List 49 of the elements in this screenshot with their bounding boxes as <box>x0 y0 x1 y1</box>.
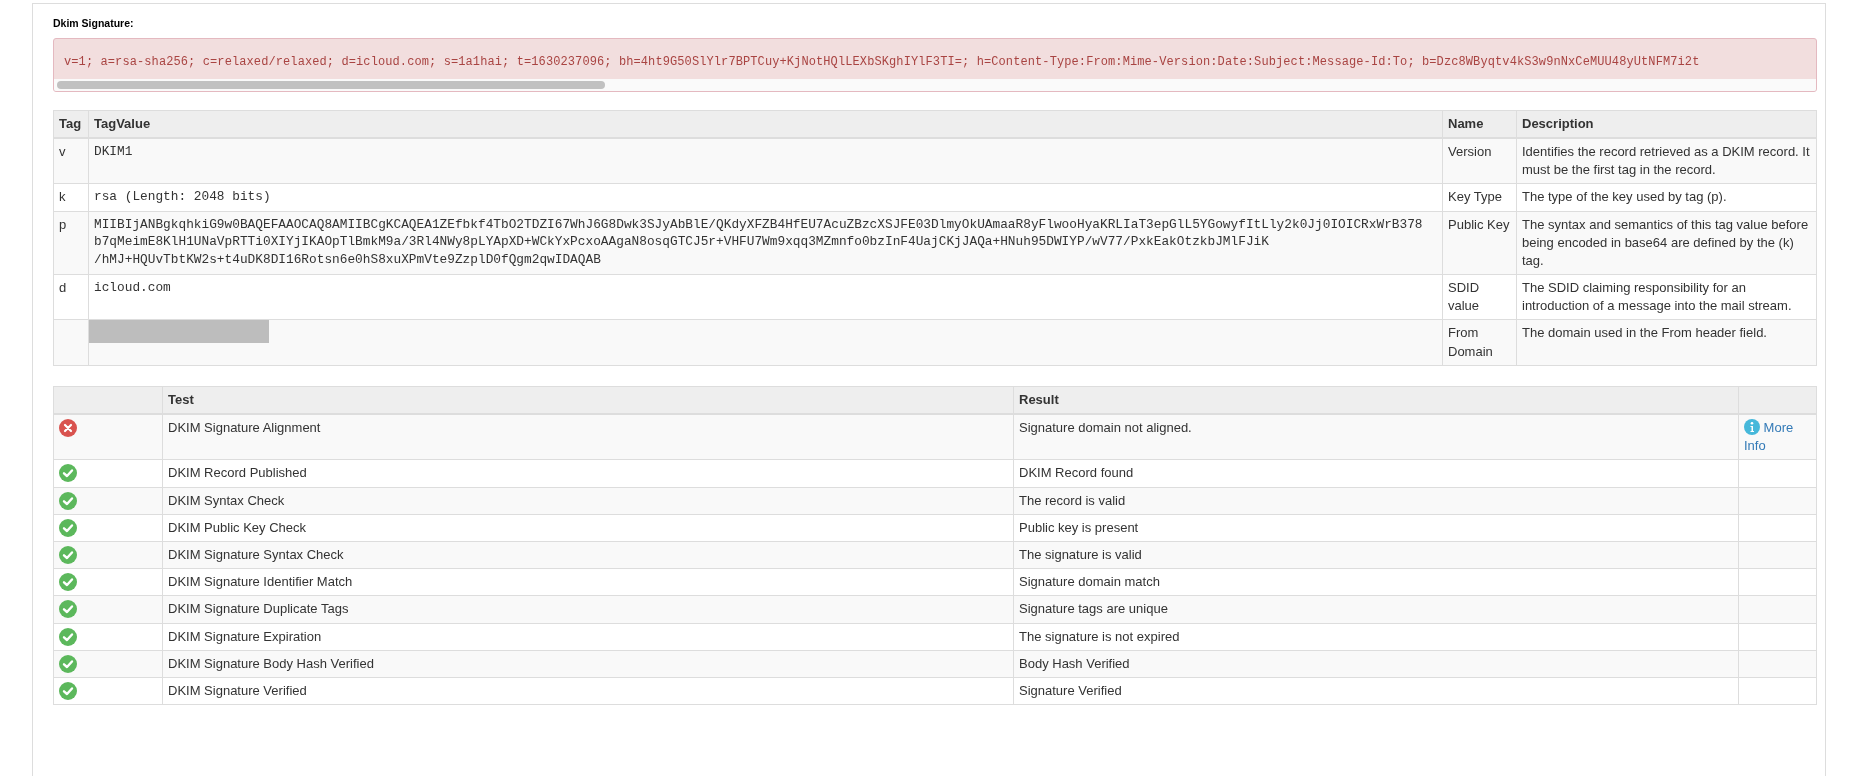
name-cell: From Domain <box>1442 319 1517 366</box>
column-header: Description <box>1516 110 1817 138</box>
description-cell: The SDID claiming responsibility for an introduction of a message into the mail stream. <box>1516 274 1817 320</box>
test-name: DKIM Syntax Check <box>162 487 1014 515</box>
column-header: Test <box>162 386 1014 414</box>
description-cell: Identifies the record retrieved as a DKIM record. It must be the first tag in the record. <box>1516 137 1817 184</box>
name-cell: SDID value <box>1442 274 1517 320</box>
signature-value: v=1; a=rsa-sha256; c=relaxed/relaxed; d=icloud.com; s=1a1hai; t=1630237096; bh=4ht9G50SlYlr7BPTCuy+KjNotHQlLEXbSKghIYlF3TI=; h=Content-Type:From:Mime-Version:Date:Subject:Message-Id:To; b=Dzc8WByqtv4kS3w9nNxCeMUU48yUtNFM7i2t <box>63 53 1701 71</box>
test-name: DKIM Record Published <box>162 459 1014 488</box>
scrollbar[interactable] <box>54 78 1816 91</box>
test-result: The record is valid <box>1013 487 1739 515</box>
test-result: Signature Verified <box>1013 677 1739 705</box>
test-name: DKIM Signature Verified <box>162 677 1014 705</box>
test-name: DKIM Signature Syntax Check <box>162 541 1014 569</box>
tag-value: MIIBIjANBgkqhkiG9w0BAQEFAAOCAQ8AMIIBCgKCAQEA1ZEfbkf4TbO2TDZI67WhJ6G8Dwk3SJyAbBlE/QKdyXFZB4HfEU7AcuZBzcXSJFE03DlmyOkUAmaaR8yFlwooHyaKRLIaT3epGlL5YGowyfItLly2k0Jj0IOICRxWrB378 b7qMeimE8KlH1UNaVpRTTi0XIYjIKAOpTlBmkM9a/3Rl4NWy8pLYApXD+WCkYxPcxoAAgaN8osqGTCJ5r+VHFU7Wm9xqq3MZmnfo0bzInF4UajCKjJAQa+HNuh95DWIYP/wV77/PxkEakOtzkbJMlFJiK /hMJ+HQUvTbtKW2s+t4uDK8DI16Rotsn6e0hS8xuXPmVte9ZzplD0fQgm2qwIDAQAB <box>88 211 1443 275</box>
signature-label: Dkim Signature: <box>53 16 135 31</box>
column-header: TagValue <box>88 110 1443 138</box>
test-result: Public key is present <box>1013 514 1739 542</box>
test-result: The signature is valid <box>1013 541 1739 569</box>
test-name: DKIM Signature Alignment <box>162 414 1014 460</box>
tag-value: DKIM1 <box>88 137 1443 184</box>
name-cell: Public Key <box>1442 211 1517 275</box>
test-result: Signature domain match <box>1013 568 1739 596</box>
tag-value: rsa (Length: 2048 bits) <box>88 183 1443 211</box>
column-header: Tag <box>53 110 89 138</box>
description-cell: The domain used in the From header field. <box>1516 319 1817 366</box>
test-name: DKIM Signature Expiration <box>162 623 1014 651</box>
test-name: DKIM Public Key Check <box>162 514 1014 542</box>
test-name: DKIM Signature Duplicate Tags <box>162 595 1014 623</box>
description-cell: The syntax and semantics of this tag value before being encoded in base64 are defined by the (k) tag. <box>1516 211 1817 275</box>
test-result: Signature tags are unique <box>1013 595 1739 623</box>
test-result: DKIM Record found <box>1013 459 1739 488</box>
tag-value: icloud.com <box>88 274 1443 320</box>
tag-cell: k <box>53 183 89 211</box>
test-result: Body Hash Verified <box>1013 650 1739 678</box>
tag-cell: d <box>53 274 89 320</box>
tag-cell: p <box>53 211 89 275</box>
tag-cell: v <box>53 137 89 184</box>
test-name: DKIM Signature Identifier Match <box>162 568 1014 596</box>
description-cell: The type of the key used by tag (p). <box>1516 183 1817 211</box>
name-cell: Version <box>1442 137 1517 184</box>
info-icon <box>1744 419 1760 435</box>
column-header: Result <box>1013 386 1739 414</box>
test-result: Signature domain not aligned. <box>1013 414 1739 460</box>
test-result: The signature is not expired <box>1013 623 1739 651</box>
scrollbar-thumb[interactable] <box>57 80 605 89</box>
test-name: DKIM Signature Body Hash Verified <box>162 650 1014 678</box>
column-header: Name <box>1442 110 1517 138</box>
name-cell: Key Type <box>1442 183 1517 211</box>
